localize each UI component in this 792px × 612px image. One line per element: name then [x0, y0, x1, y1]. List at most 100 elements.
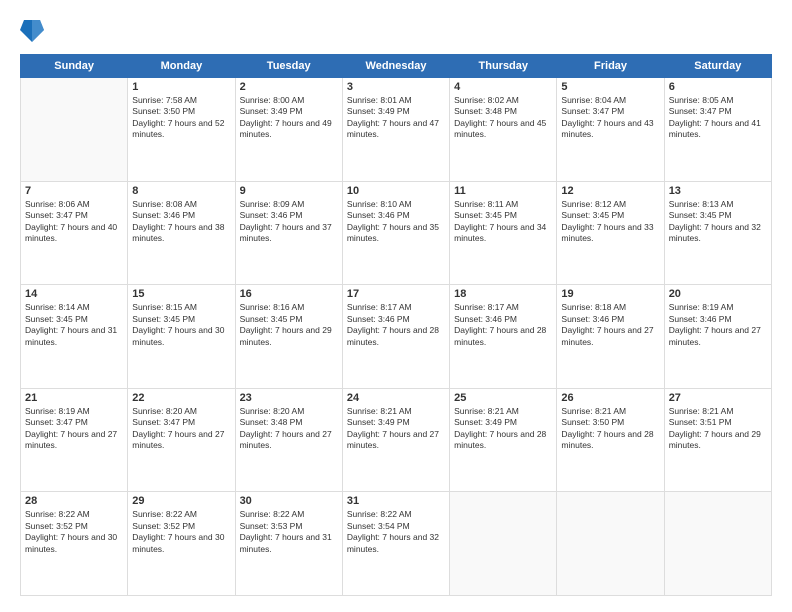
- daylight-label: Daylight: 7 hours and 27 minutes.: [347, 429, 439, 450]
- daylight-label: Daylight: 7 hours and 31 minutes.: [25, 325, 117, 346]
- daylight-label: Daylight: 7 hours and 35 minutes.: [347, 222, 439, 243]
- sunrise-label: Sunrise: 8:00 AM: [240, 95, 305, 105]
- sunrise-label: Sunrise: 8:08 AM: [132, 199, 197, 209]
- day-number: 15: [132, 288, 230, 300]
- day-number: 26: [561, 392, 659, 404]
- sunset-label: Sunset: 3:46 PM: [347, 210, 410, 220]
- calendar-cell: [450, 492, 557, 596]
- weekday-header: Saturday: [664, 55, 771, 78]
- sunset-label: Sunset: 3:46 PM: [347, 314, 410, 324]
- day-number: 22: [132, 392, 230, 404]
- sunrise-label: Sunrise: 8:22 AM: [132, 509, 197, 519]
- calendar-cell: 20 Sunrise: 8:19 AM Sunset: 3:46 PM Dayl…: [664, 285, 771, 389]
- day-number: 2: [240, 81, 338, 93]
- sunset-label: Sunset: 3:49 PM: [347, 417, 410, 427]
- day-number: 4: [454, 81, 552, 93]
- calendar-cell: 30 Sunrise: 8:22 AM Sunset: 3:53 PM Dayl…: [235, 492, 342, 596]
- daylight-label: Daylight: 7 hours and 29 minutes.: [240, 325, 332, 346]
- sunset-label: Sunset: 3:48 PM: [454, 106, 517, 116]
- calendar-week-row: 1 Sunrise: 7:58 AM Sunset: 3:50 PM Dayli…: [21, 78, 772, 182]
- calendar-cell: 21 Sunrise: 8:19 AM Sunset: 3:47 PM Dayl…: [21, 388, 128, 492]
- sunset-label: Sunset: 3:47 PM: [132, 417, 195, 427]
- sunset-label: Sunset: 3:53 PM: [240, 521, 303, 531]
- sunset-label: Sunset: 3:45 PM: [454, 210, 517, 220]
- sunrise-label: Sunrise: 8:13 AM: [669, 199, 734, 209]
- daylight-label: Daylight: 7 hours and 32 minutes.: [347, 532, 439, 553]
- calendar-cell: 15 Sunrise: 8:15 AM Sunset: 3:45 PM Dayl…: [128, 285, 235, 389]
- day-number: 24: [347, 392, 445, 404]
- sunset-label: Sunset: 3:47 PM: [561, 106, 624, 116]
- weekday-header: Wednesday: [342, 55, 449, 78]
- sunset-label: Sunset: 3:49 PM: [454, 417, 517, 427]
- day-info: Sunrise: 8:22 AM Sunset: 3:52 PM Dayligh…: [25, 509, 123, 555]
- day-info: Sunrise: 8:22 AM Sunset: 3:52 PM Dayligh…: [132, 509, 230, 555]
- sunrise-label: Sunrise: 8:16 AM: [240, 302, 305, 312]
- day-info: Sunrise: 8:20 AM Sunset: 3:48 PM Dayligh…: [240, 406, 338, 452]
- daylight-label: Daylight: 7 hours and 29 minutes.: [669, 429, 761, 450]
- sunset-label: Sunset: 3:47 PM: [669, 106, 732, 116]
- daylight-label: Daylight: 7 hours and 49 minutes.: [240, 118, 332, 139]
- day-info: Sunrise: 8:04 AM Sunset: 3:47 PM Dayligh…: [561, 95, 659, 141]
- day-info: Sunrise: 8:19 AM Sunset: 3:46 PM Dayligh…: [669, 302, 767, 348]
- sunrise-label: Sunrise: 8:21 AM: [561, 406, 626, 416]
- daylight-label: Daylight: 7 hours and 52 minutes.: [132, 118, 224, 139]
- day-number: 27: [669, 392, 767, 404]
- daylight-label: Daylight: 7 hours and 32 minutes.: [669, 222, 761, 243]
- daylight-label: Daylight: 7 hours and 28 minutes.: [561, 429, 653, 450]
- sunrise-label: Sunrise: 8:20 AM: [240, 406, 305, 416]
- daylight-label: Daylight: 7 hours and 27 minutes.: [25, 429, 117, 450]
- day-number: 13: [669, 185, 767, 197]
- sunrise-label: Sunrise: 8:20 AM: [132, 406, 197, 416]
- daylight-label: Daylight: 7 hours and 34 minutes.: [454, 222, 546, 243]
- sunrise-label: Sunrise: 8:22 AM: [25, 509, 90, 519]
- weekday-header: Friday: [557, 55, 664, 78]
- day-number: 17: [347, 288, 445, 300]
- weekday-header: Thursday: [450, 55, 557, 78]
- weekday-header: Sunday: [21, 55, 128, 78]
- day-info: Sunrise: 8:21 AM Sunset: 3:49 PM Dayligh…: [454, 406, 552, 452]
- calendar-cell: 4 Sunrise: 8:02 AM Sunset: 3:48 PM Dayli…: [450, 78, 557, 182]
- day-number: 14: [25, 288, 123, 300]
- day-number: 3: [347, 81, 445, 93]
- sunrise-label: Sunrise: 8:12 AM: [561, 199, 626, 209]
- daylight-label: Daylight: 7 hours and 43 minutes.: [561, 118, 653, 139]
- calendar-cell: [21, 78, 128, 182]
- day-info: Sunrise: 8:22 AM Sunset: 3:54 PM Dayligh…: [347, 509, 445, 555]
- day-info: Sunrise: 8:19 AM Sunset: 3:47 PM Dayligh…: [25, 406, 123, 452]
- day-info: Sunrise: 8:11 AM Sunset: 3:45 PM Dayligh…: [454, 199, 552, 245]
- calendar-cell: 10 Sunrise: 8:10 AM Sunset: 3:46 PM Dayl…: [342, 181, 449, 285]
- sunrise-label: Sunrise: 8:14 AM: [25, 302, 90, 312]
- day-number: 29: [132, 495, 230, 507]
- sunset-label: Sunset: 3:46 PM: [132, 210, 195, 220]
- sunset-label: Sunset: 3:46 PM: [240, 210, 303, 220]
- calendar-week-row: 14 Sunrise: 8:14 AM Sunset: 3:45 PM Dayl…: [21, 285, 772, 389]
- sunrise-label: Sunrise: 8:04 AM: [561, 95, 626, 105]
- sunset-label: Sunset: 3:47 PM: [25, 210, 88, 220]
- daylight-label: Daylight: 7 hours and 28 minutes.: [347, 325, 439, 346]
- calendar-cell: 25 Sunrise: 8:21 AM Sunset: 3:49 PM Dayl…: [450, 388, 557, 492]
- day-info: Sunrise: 8:15 AM Sunset: 3:45 PM Dayligh…: [132, 302, 230, 348]
- sunrise-label: Sunrise: 8:18 AM: [561, 302, 626, 312]
- day-info: Sunrise: 8:10 AM Sunset: 3:46 PM Dayligh…: [347, 199, 445, 245]
- calendar-cell: 24 Sunrise: 8:21 AM Sunset: 3:49 PM Dayl…: [342, 388, 449, 492]
- header: [20, 16, 772, 44]
- day-info: Sunrise: 8:13 AM Sunset: 3:45 PM Dayligh…: [669, 199, 767, 245]
- calendar-cell: 23 Sunrise: 8:20 AM Sunset: 3:48 PM Dayl…: [235, 388, 342, 492]
- day-info: Sunrise: 8:09 AM Sunset: 3:46 PM Dayligh…: [240, 199, 338, 245]
- day-info: Sunrise: 8:14 AM Sunset: 3:45 PM Dayligh…: [25, 302, 123, 348]
- calendar-cell: 12 Sunrise: 8:12 AM Sunset: 3:45 PM Dayl…: [557, 181, 664, 285]
- sunrise-label: Sunrise: 7:58 AM: [132, 95, 197, 105]
- daylight-label: Daylight: 7 hours and 31 minutes.: [240, 532, 332, 553]
- day-number: 16: [240, 288, 338, 300]
- sunrise-label: Sunrise: 8:21 AM: [669, 406, 734, 416]
- day-number: 28: [25, 495, 123, 507]
- calendar-header-row: SundayMondayTuesdayWednesdayThursdayFrid…: [21, 55, 772, 78]
- calendar-cell: 22 Sunrise: 8:20 AM Sunset: 3:47 PM Dayl…: [128, 388, 235, 492]
- day-info: Sunrise: 8:06 AM Sunset: 3:47 PM Dayligh…: [25, 199, 123, 245]
- daylight-label: Daylight: 7 hours and 38 minutes.: [132, 222, 224, 243]
- sunset-label: Sunset: 3:45 PM: [561, 210, 624, 220]
- sunrise-label: Sunrise: 8:17 AM: [347, 302, 412, 312]
- day-info: Sunrise: 8:22 AM Sunset: 3:53 PM Dayligh…: [240, 509, 338, 555]
- daylight-label: Daylight: 7 hours and 27 minutes.: [669, 325, 761, 346]
- day-info: Sunrise: 8:00 AM Sunset: 3:49 PM Dayligh…: [240, 95, 338, 141]
